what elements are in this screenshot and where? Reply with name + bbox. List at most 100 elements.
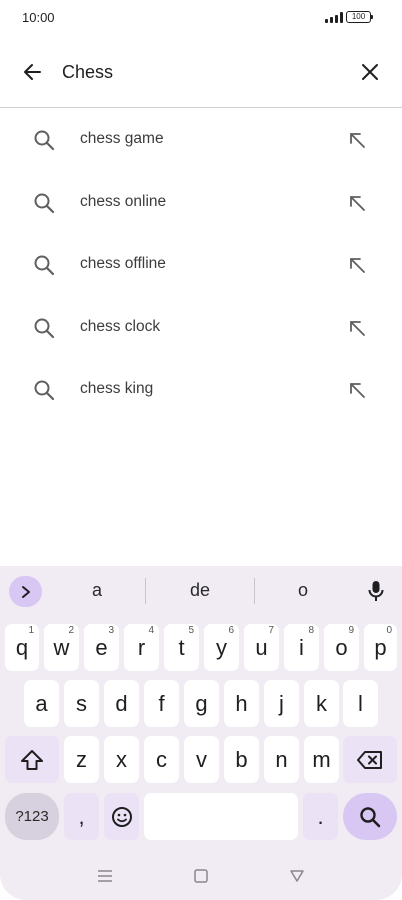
arrow-up-left-icon <box>350 258 365 273</box>
recent-apps-button[interactable] <box>93 864 117 888</box>
emoji-key[interactable] <box>104 793 139 840</box>
clear-search-button[interactable] <box>352 54 388 90</box>
key-label: u <box>255 634 268 660</box>
key-k[interactable]: k <box>304 680 339 727</box>
status-bar: 10:00 100 <box>0 0 402 36</box>
suggestion-item[interactable]: chess offline <box>0 233 402 296</box>
key-p[interactable]: p0 <box>364 624 397 671</box>
key-q[interactable]: q1 <box>5 624 39 671</box>
suggestion-label: chess game <box>80 130 164 147</box>
key-label: r <box>137 634 146 660</box>
key-a[interactable]: a <box>24 680 59 727</box>
backspace-key[interactable] <box>343 736 397 783</box>
triangle-back-icon <box>290 870 304 882</box>
suggestion-item[interactable]: chess online <box>0 171 402 234</box>
voice-input-button[interactable] <box>364 578 388 604</box>
key-hint: 3 <box>108 625 114 636</box>
suggestion-label: chess online <box>80 192 167 210</box>
fill-query-button[interactable] <box>343 189 371 217</box>
keyboard-suggestion[interactable]: o <box>273 580 333 601</box>
navigation-bar <box>0 852 402 900</box>
suggestion-item[interactable]: chess game <box>0 108 402 171</box>
key-f[interactable]: f <box>144 680 179 727</box>
comma-key[interactable]: , <box>64 793 99 840</box>
fill-query-button[interactable] <box>343 126 371 154</box>
shift-icon <box>21 749 43 770</box>
key-t[interactable]: t5 <box>164 624 199 671</box>
arrow-up-left-icon <box>350 195 365 211</box>
key-hint: 4 <box>148 625 154 636</box>
key-label: w <box>53 634 70 660</box>
key-hint: 1 <box>28 625 34 636</box>
keyboard-toolbar: a de o <box>0 566 402 616</box>
fill-query-button[interactable] <box>343 314 371 342</box>
search-icon <box>34 255 55 276</box>
key-label: p <box>374 634 387 660</box>
key-v[interactable]: v <box>184 736 219 783</box>
status-time: 10:00 <box>22 10 55 25</box>
key-hint: 7 <box>268 625 274 636</box>
back-nav-button[interactable] <box>285 864 309 888</box>
key-h[interactable]: h <box>224 680 259 727</box>
suggestion-label: chess clock <box>80 317 161 335</box>
close-icon <box>362 64 378 80</box>
chevron-right-icon <box>21 585 30 598</box>
key-c[interactable]: c <box>144 736 179 783</box>
space-key[interactable] <box>144 793 298 840</box>
key-o[interactable]: o9 <box>324 624 359 671</box>
divider <box>254 578 255 604</box>
square-icon <box>194 869 208 883</box>
keyboard-search-key[interactable] <box>343 793 397 840</box>
key-j[interactable]: j <box>264 680 299 727</box>
symbols-key[interactable]: ?123 <box>5 793 59 840</box>
suggestion-item[interactable]: chess king <box>0 358 402 421</box>
arrow-up-left-icon <box>350 133 365 148</box>
key-i[interactable]: i8 <box>284 624 319 671</box>
divider <box>145 578 146 604</box>
key-hint: 8 <box>308 625 314 636</box>
key-x[interactable]: x <box>104 736 139 783</box>
key-b[interactable]: b <box>224 736 259 783</box>
on-screen-keyboard: a de o q1 w2 e3 r4 t5 y6 u7 i8 o9 p0 a s… <box>0 566 402 900</box>
arrow-up-left-icon <box>350 383 365 398</box>
key-hint: 5 <box>188 625 194 636</box>
keyboard-expand-button[interactable] <box>9 576 42 607</box>
key-hint: 0 <box>386 625 392 636</box>
back-button[interactable] <box>14 54 50 90</box>
key-n[interactable]: n <box>264 736 299 783</box>
period-key[interactable]: . <box>303 793 338 840</box>
search-icon <box>34 130 55 151</box>
search-icon <box>34 318 55 338</box>
key-hint: 6 <box>228 625 234 636</box>
search-icon <box>34 193 55 213</box>
key-label: i <box>299 634 304 660</box>
key-y[interactable]: y6 <box>204 624 239 671</box>
key-label: t <box>178 634 185 660</box>
home-button[interactable] <box>189 864 213 888</box>
key-w[interactable]: w2 <box>44 624 79 671</box>
key-m[interactable]: m <box>304 736 339 783</box>
key-u[interactable]: u7 <box>244 624 279 671</box>
signal-icon <box>325 12 343 23</box>
battery-icon: 100 <box>346 11 373 23</box>
keyboard-suggestion[interactable]: a <box>67 580 127 601</box>
key-e[interactable]: e3 <box>84 624 119 671</box>
keyboard-suggestion[interactable]: de <box>170 580 230 601</box>
suggestion-list: chess game chess online chess offline ch… <box>0 108 402 421</box>
search-header <box>0 36 402 108</box>
arrow-up-left-icon <box>350 320 365 336</box>
fill-query-button[interactable] <box>343 251 371 279</box>
key-l[interactable]: l <box>343 680 378 727</box>
fill-query-button[interactable] <box>343 376 371 404</box>
search-icon <box>34 380 55 401</box>
shift-key[interactable] <box>5 736 59 783</box>
key-z[interactable]: z <box>64 736 99 783</box>
key-g[interactable]: g <box>184 680 219 727</box>
key-r[interactable]: r4 <box>124 624 159 671</box>
key-d[interactable]: d <box>104 680 139 727</box>
microphone-icon <box>368 581 384 601</box>
search-input[interactable] <box>62 56 332 88</box>
key-label: e <box>95 634 108 660</box>
suggestion-item[interactable]: chess clock <box>0 296 402 359</box>
key-s[interactable]: s <box>64 680 99 727</box>
